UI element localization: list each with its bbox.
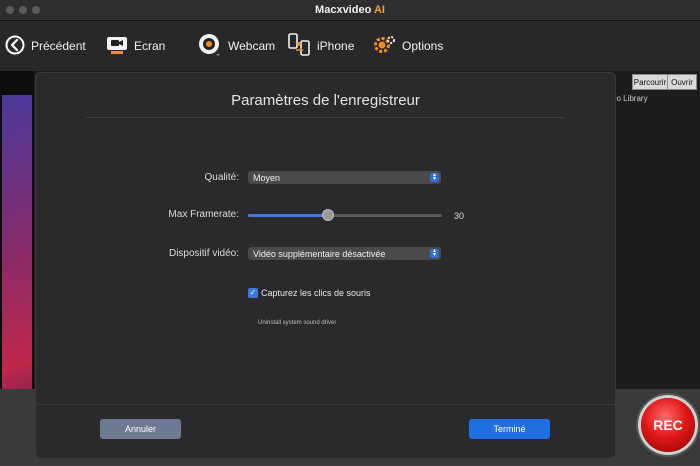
title-divider bbox=[86, 117, 565, 118]
framerate-label: Max Framerate: bbox=[168, 209, 239, 220]
quality-select[interactable]: Moyen ▴ ▾ bbox=[248, 171, 441, 184]
cancel-button[interactable]: Annuler bbox=[100, 419, 181, 439]
framerate-slider-knob[interactable] bbox=[321, 209, 334, 221]
video-device-select[interactable]: Vidéo supplémentaire désactivée ▴ ▾ bbox=[248, 247, 441, 260]
framerate-slider-fill bbox=[248, 214, 328, 217]
main-toolbar: Précédent Ecran Webcam iPhone Options bbox=[0, 21, 700, 71]
quality-value: Moyen bbox=[253, 172, 281, 183]
preview-panel bbox=[0, 71, 34, 451]
checkmark-icon: ✓ bbox=[249, 288, 257, 297]
video-device-label: Dispositif vidéo: bbox=[168, 248, 239, 259]
select-arrows-icon: ▴ ▾ bbox=[430, 248, 439, 258]
webcam-button[interactable]: Webcam bbox=[198, 33, 275, 59]
video-device-value: Vidéo supplémentaire désactivée bbox=[253, 248, 386, 259]
open-button[interactable]: Ouvrir bbox=[667, 74, 697, 90]
gear-icon bbox=[372, 33, 396, 60]
options-label: Options bbox=[402, 39, 444, 53]
mouse-clicks-label[interactable]: Capturez les clics de souris bbox=[261, 288, 371, 298]
back-button[interactable]: Précédent bbox=[5, 33, 86, 59]
framerate-value: 30 bbox=[454, 211, 465, 221]
webcam-label: Webcam bbox=[228, 39, 276, 53]
app-name-accent: AI bbox=[373, 4, 385, 16]
iphone-label: iPhone bbox=[317, 39, 355, 53]
footer-divider bbox=[36, 404, 615, 405]
iphone-button[interactable]: iPhone bbox=[287, 32, 355, 60]
back-arrow-icon bbox=[5, 35, 25, 58]
screen-label: Ecran bbox=[134, 39, 166, 53]
framerate-slider[interactable] bbox=[248, 209, 442, 221]
quality-label: Qualité: bbox=[204, 172, 239, 183]
mouse-clicks-checkbox[interactable]: ✓ bbox=[248, 288, 258, 298]
record-button[interactable]: REC bbox=[641, 398, 695, 452]
back-label: Précédent bbox=[31, 39, 86, 53]
select-arrows-icon: ▴ ▾ bbox=[430, 172, 439, 182]
library-label: eo Library bbox=[612, 94, 648, 103]
library-panel: Parcourir Ouvrir eo Library bbox=[612, 71, 700, 389]
screen-camera-icon bbox=[106, 34, 128, 59]
uninstall-sound-driver-link[interactable]: Uninstall system sound driver bbox=[258, 320, 336, 326]
done-button[interactable]: Terminé bbox=[469, 419, 550, 439]
browse-button[interactable]: Parcourir bbox=[632, 74, 668, 90]
window-titlebar: Macxvideo AI bbox=[0, 0, 700, 21]
iphone-icon bbox=[287, 32, 311, 60]
screen-button[interactable]: Ecran bbox=[106, 33, 165, 59]
app-name: Macxvideo bbox=[315, 4, 372, 16]
recorder-settings-dialog: Paramètres de l'enregistreur Qualité: Mo… bbox=[35, 72, 616, 459]
options-button[interactable]: Options bbox=[372, 33, 443, 59]
dialog-title: Paramètres de l'enregistreur bbox=[231, 92, 420, 109]
webcam-icon bbox=[198, 33, 222, 60]
window-title: Macxvideo AI bbox=[0, 4, 700, 16]
